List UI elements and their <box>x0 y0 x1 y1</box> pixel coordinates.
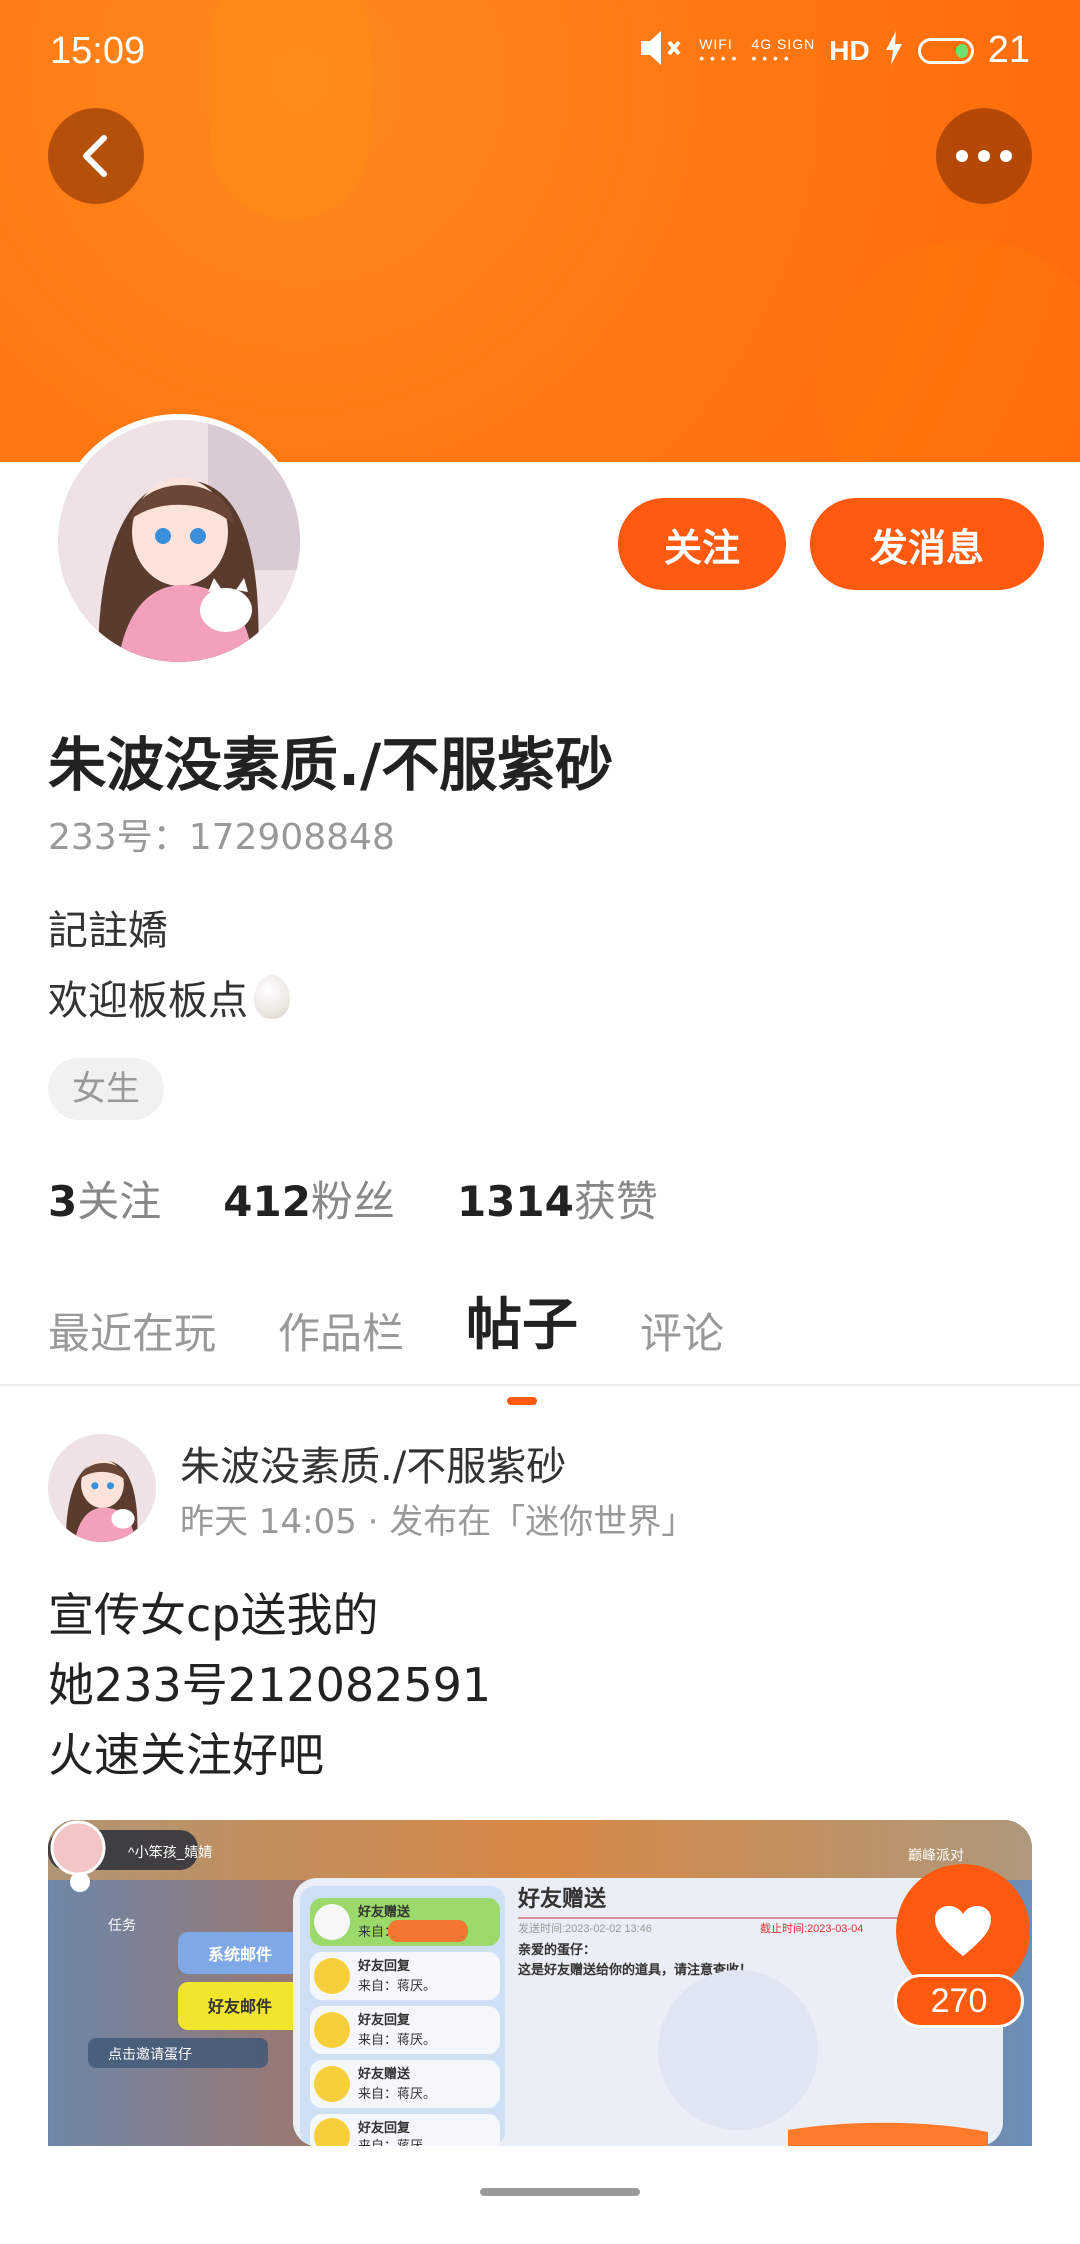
game-mail-item-from: 来自：蒋厌。 <box>358 2138 436 2146</box>
post-text-line: 火速关注好吧 <box>48 1728 324 1782</box>
game-mail-item-from: 来自：蒋厌。 <box>358 2032 436 2047</box>
likes-count: 1314 <box>456 1177 574 1226</box>
wifi-icon: WIFI • • • • <box>699 35 738 66</box>
game-task-label: 任务 <box>108 1917 136 1933</box>
following-count: 3 <box>48 1177 78 1226</box>
profile-bio-line2: 欢迎板板点 <box>48 968 290 1026</box>
post-body[interactable]: 宣传女cp送我的 她233号212082591 火速关注好吧 <box>48 1580 491 1790</box>
game-system-mail-tab: 系统邮件 <box>208 1945 272 1964</box>
signal-icon: 4G SIGN • • • • <box>751 35 816 66</box>
game-mail-item-title: 好友回复 <box>357 1958 411 1973</box>
gender-tag: 女生 <box>48 1058 164 1120</box>
game-mail-item-title: 好友回复 <box>357 2012 411 2027</box>
game-mail-item-title: 好友赠送 <box>357 2066 411 2081</box>
tabs-divider <box>0 1384 1080 1386</box>
egg-icon <box>254 975 290 1019</box>
post-author-name[interactable]: 朱波没素质./不服紫砂 <box>180 1434 566 1492</box>
game-mail-item-title: 好友赠送 <box>357 1904 411 1919</box>
tab-posts[interactable]: 帖子 <box>466 1280 578 1361</box>
heart-icon <box>935 1906 991 1956</box>
game-panel-title: 好友赠送 <box>517 1886 606 1911</box>
likes-label: 获赞 <box>573 1177 658 1226</box>
profile-bio-line1: 記註嬌 <box>48 908 168 954</box>
profile-username: 朱波没素质./不服紫砂 <box>48 731 614 799</box>
game-friend-mail-tab: 好友邮件 <box>207 1997 272 2016</box>
game-party-label: 巅峰派对 <box>908 1847 964 1863</box>
battery-level: 21 <box>987 29 1030 71</box>
post-image[interactable]: ^小笨孩_婧婧 任务 系统邮件 好友邮件 点击邀请蛋仔 好友赠送 来自： 好友回… <box>48 1820 1032 2146</box>
following-label: 关注 <box>77 1177 162 1226</box>
follow-button[interactable]: 关注 <box>618 498 786 590</box>
game-mail-item-title: 好友回复 <box>357 2120 411 2135</box>
fans-stat[interactable]: 412粉丝 <box>223 1168 395 1229</box>
signal-label: 4G SIGN <box>751 35 816 52</box>
following-stat[interactable]: 3关注 <box>48 1168 161 1229</box>
back-arrow-icon <box>83 135 107 177</box>
tab-works[interactable]: 作品栏 <box>278 1300 404 1361</box>
status-bar: 15:09 WIFI • • • • 4G SIGN • • • • HD 21 <box>0 0 1080 108</box>
profile-uid: 233号：172908848 <box>48 817 395 858</box>
game-send-time: 发送时间:2023-02-02 13:46 <box>518 1921 652 1935</box>
mute-icon <box>639 28 685 73</box>
home-indicator[interactable] <box>480 2188 640 2196</box>
hd-call-icon: HD <box>829 34 870 66</box>
wifi-label: WIFI <box>699 35 733 52</box>
status-time: 15:09 <box>50 30 146 72</box>
post-text-line: 宣传女cp送我的 <box>48 1588 379 1642</box>
post-meta: 昨天 14:05 · 发布在「迷你世界」 <box>180 1502 696 1542</box>
game-greeting: 亲爱的蛋仔： <box>518 1942 596 1957</box>
battery-icon <box>917 37 974 64</box>
more-dots-icon <box>956 150 1012 162</box>
profile-stats: 3关注 412粉丝 1314获赞 <box>48 1168 658 1229</box>
tab-comments[interactable]: 评论 <box>640 1300 724 1361</box>
profile-tabs: 最近在玩 作品栏 帖子 评论 <box>48 1280 724 1361</box>
game-invite-text: 点击邀请蛋仔 <box>108 2046 192 2062</box>
like-widget: 270 <box>894 1864 1030 2028</box>
likes-stat: 1314获赞 <box>457 1168 658 1229</box>
back-button[interactable] <box>48 108 144 204</box>
send-message-button[interactable]: 发消息 <box>810 498 1044 590</box>
game-mail-item-from: 来自：蒋厌。 <box>358 1978 436 1993</box>
fans-count: 412 <box>223 1177 311 1226</box>
game-player-name: ^小笨孩_婧婧 <box>128 1844 212 1860</box>
profile-avatar[interactable] <box>52 414 306 668</box>
game-expire-time: 截止时间:2023-03-04 <box>760 1921 863 1935</box>
tab-recently-played[interactable]: 最近在玩 <box>48 1300 216 1361</box>
fans-label: 粉丝 <box>310 1177 395 1226</box>
bio-text: 欢迎板板点 <box>48 978 248 1024</box>
charging-icon <box>884 31 904 70</box>
like-count: 270 <box>894 1974 1024 2028</box>
more-button[interactable] <box>936 108 1032 204</box>
game-mail-item-from: 来自：蒋厌。 <box>358 2086 436 2101</box>
post-author-avatar[interactable] <box>48 1434 156 1542</box>
post-text-line: 她233号212082591 <box>48 1658 492 1712</box>
